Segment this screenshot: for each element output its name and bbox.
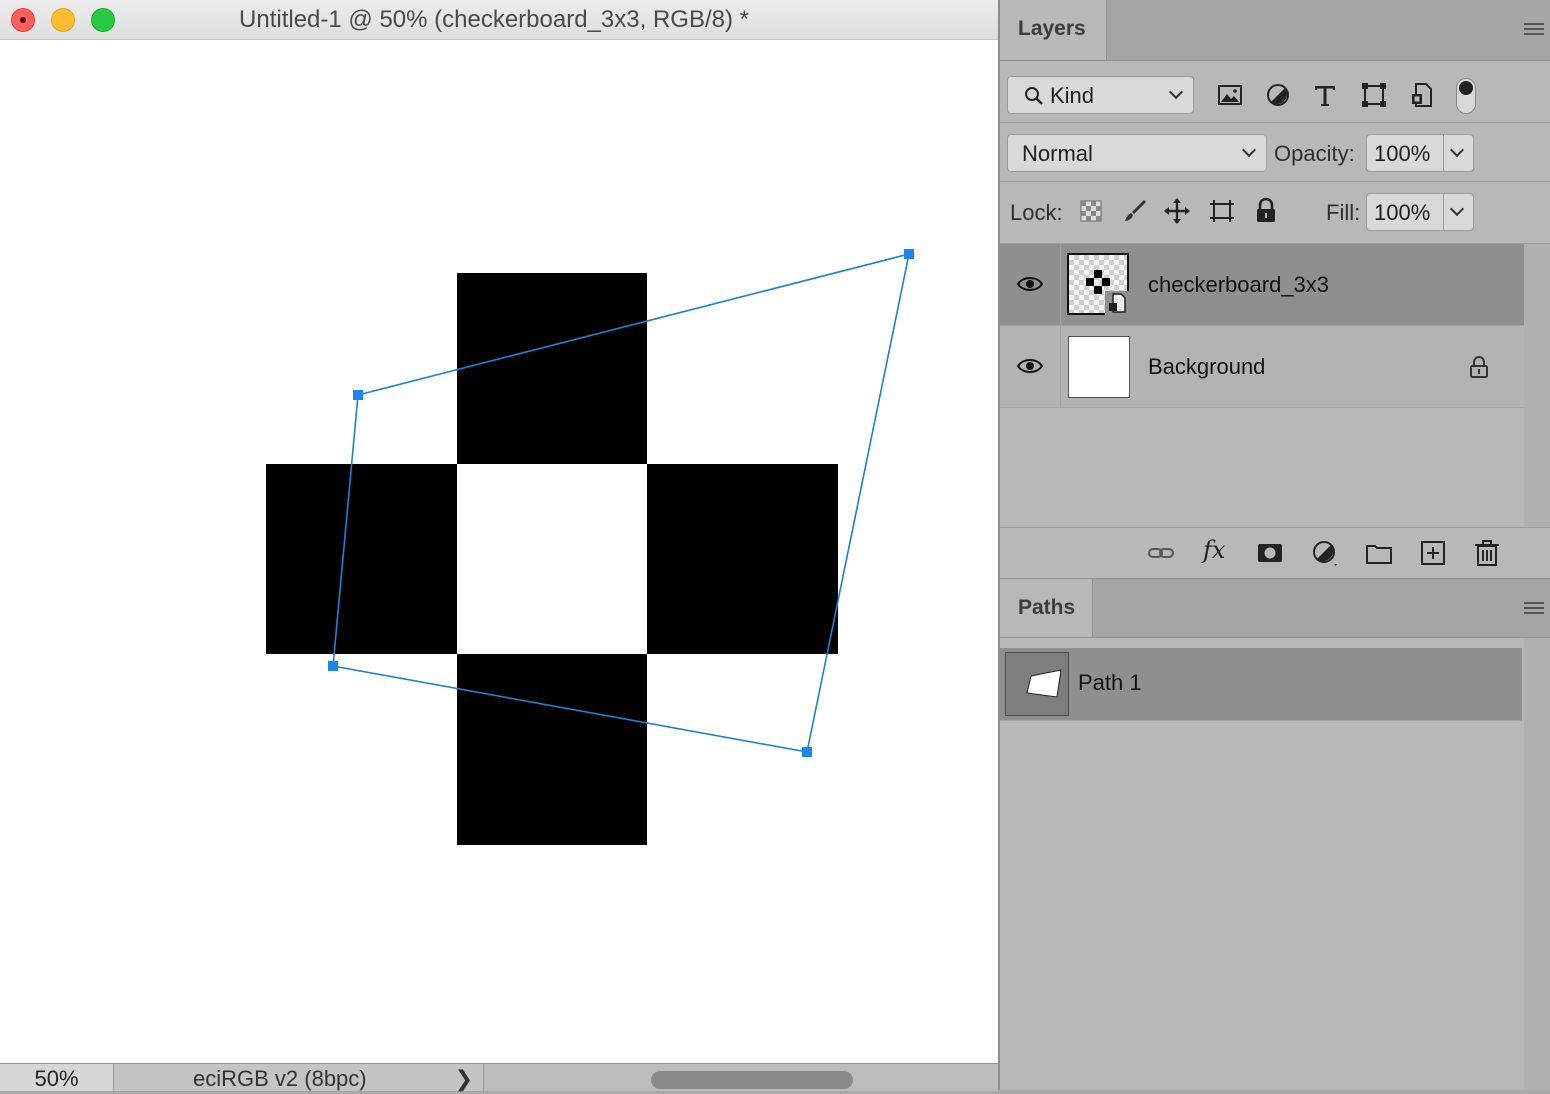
link-layers-icon[interactable]	[1146, 538, 1176, 568]
chevron-down-icon[interactable]	[1449, 142, 1465, 158]
lock-all-icon[interactable]	[1251, 196, 1281, 226]
document-window: Untitled-1 @ 50% (checkerboard_3x3, RGB/…	[0, 0, 998, 1091]
zoom-level-field[interactable]: 50%	[0, 1064, 114, 1091]
horizontal-scrollbar[interactable]	[484, 1064, 998, 1091]
filter-kind-label: Kind	[1050, 83, 1095, 108]
status-bar: 50% eciRGB v2 (8bpc) ❯	[0, 1063, 998, 1091]
anchor-point-top-left[interactable]	[353, 390, 363, 400]
new-adjustment-layer-icon[interactable]	[1310, 538, 1340, 568]
fill-value: 100%	[1374, 200, 1431, 225]
layer-thumbnail-background	[1068, 336, 1130, 398]
tab-layers[interactable]: Layers	[1000, 0, 1107, 60]
new-group-folder-icon[interactable]	[1364, 538, 1394, 568]
checker-square-left	[266, 464, 457, 654]
zoom-window-button[interactable]	[91, 8, 115, 32]
fill-label: Fill:	[1326, 200, 1361, 225]
document-titlebar[interactable]: Untitled-1 @ 50% (checkerboard_3x3, RGB/…	[0, 0, 998, 40]
canvas-artwork[interactable]	[0, 40, 998, 1063]
paths-list: Path 1	[1000, 638, 1550, 1090]
anchor-point-top-right[interactable]	[904, 249, 914, 259]
anchor-point-bottom-left[interactable]	[328, 661, 338, 671]
new-layer-icon[interactable]	[1418, 538, 1448, 568]
eye-icon[interactable]	[1017, 357, 1043, 375]
filter-toggle-switch[interactable]	[1456, 78, 1476, 114]
layers-list: checkerboard_3x3 Background	[1000, 244, 1550, 527]
lock-position-move-icon[interactable]	[1162, 196, 1192, 226]
delete-layer-trash-icon[interactable]	[1472, 538, 1502, 568]
layers-filter-row: Kind	[1000, 61, 1550, 123]
fill-field[interactable]: 100%	[1366, 193, 1474, 231]
document-title: Untitled-1 @ 50% (checkerboard_3x3, RGB/…	[239, 6, 749, 33]
chevron-down-icon	[1168, 84, 1184, 100]
lock-label: Lock:	[1010, 200, 1063, 225]
layer-name[interactable]: Background	[1148, 354, 1265, 380]
minimize-window-button[interactable]	[51, 8, 75, 32]
path-row[interactable]: Path 1	[1000, 648, 1522, 720]
filter-adjustment-layers-icon[interactable]	[1263, 80, 1293, 110]
layer-visibility-toggle[interactable]	[1000, 244, 1061, 325]
panel-dock: Layers Kind Normal Opacity: 100% Lock: F…	[1000, 0, 1550, 1090]
filter-pixel-layers-icon[interactable]	[1215, 80, 1245, 110]
horizontal-scroll-thumb[interactable]	[651, 1071, 853, 1089]
filter-smart-objects-icon[interactable]	[1407, 80, 1437, 110]
document-info-field[interactable]: eciRGB v2 (8bpc) ❯	[115, 1064, 484, 1091]
checker-square-right	[647, 464, 838, 654]
checker-square-top	[457, 273, 647, 464]
paths-panel-menu-icon[interactable]	[1524, 602, 1544, 616]
layer-visibility-toggle[interactable]	[1000, 326, 1061, 407]
checker-square-bottom	[457, 654, 647, 845]
layers-footer-toolbar: fx	[1000, 527, 1550, 579]
layer-name[interactable]: checkerboard_3x3	[1148, 272, 1329, 298]
filter-shape-layers-icon[interactable]	[1359, 80, 1389, 110]
layer-effects-fx-icon[interactable]: fx	[1203, 536, 1225, 564]
filter-kind-select[interactable]: Kind	[1007, 76, 1194, 114]
path-name[interactable]: Path 1	[1078, 670, 1142, 696]
paths-tab-strip: Paths	[1000, 579, 1550, 638]
add-layer-mask-icon[interactable]	[1255, 538, 1285, 568]
layer-lock-icon	[1470, 356, 1488, 378]
lock-artboard-icon[interactable]	[1207, 196, 1237, 226]
opacity-label: Opacity:	[1274, 141, 1355, 166]
eye-icon[interactable]	[1017, 275, 1043, 293]
opacity-field[interactable]: 100%	[1366, 134, 1474, 172]
layer-row-background[interactable]: Background	[1000, 326, 1524, 408]
path-thumbnail	[1005, 652, 1069, 716]
tab-paths[interactable]: Paths	[1000, 579, 1093, 637]
blend-mode-select[interactable]: Normal	[1007, 134, 1267, 172]
layers-panel-menu-icon[interactable]	[1524, 23, 1544, 37]
layers-vertical-scrollbar[interactable]	[1524, 244, 1550, 527]
anchor-point-bottom-right[interactable]	[802, 747, 812, 757]
lock-fill-row: Lock: Fill: 100%	[1000, 182, 1550, 244]
layer-row-checkerboard[interactable]: checkerboard_3x3	[1000, 244, 1524, 326]
canvas[interactable]	[0, 40, 998, 1063]
layer-thumbnail-checkerboard	[1067, 253, 1129, 315]
opacity-value: 100%	[1374, 141, 1431, 166]
close-window-button[interactable]	[11, 8, 35, 32]
blend-opacity-row: Normal Opacity: 100%	[1000, 123, 1550, 182]
lock-image-pixels-brush-icon[interactable]	[1120, 196, 1150, 226]
lock-transparent-pixels-icon[interactable]	[1076, 196, 1106, 226]
filter-type-layers-icon[interactable]	[1310, 80, 1340, 110]
paths-vertical-scrollbar[interactable]	[1524, 638, 1550, 1090]
smart-object-badge-icon	[1105, 291, 1129, 315]
search-icon	[1025, 87, 1043, 105]
chevron-down-icon[interactable]	[1449, 201, 1465, 217]
blend-mode-value: Normal	[1022, 141, 1093, 166]
layers-tab-strip: Layers	[1000, 0, 1550, 61]
chevron-down-icon	[1241, 142, 1257, 158]
